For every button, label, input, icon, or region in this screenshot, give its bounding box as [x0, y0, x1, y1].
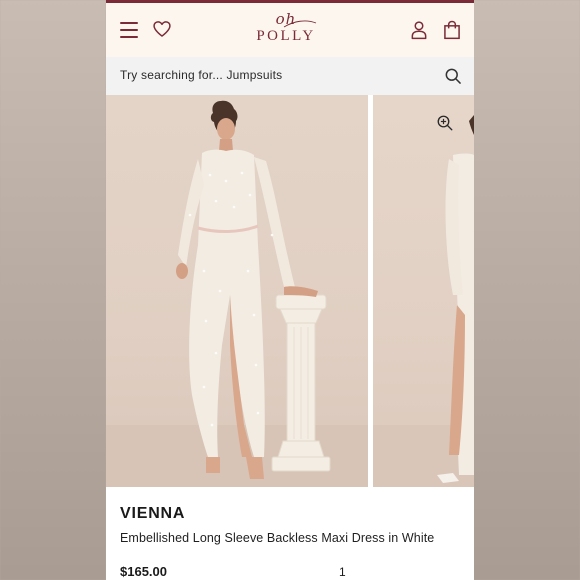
account-icon[interactable] [409, 19, 429, 41]
search-suggestion: Jumpsuits [226, 68, 283, 82]
search-placeholder[interactable]: Try searching for... Jumpsuits [120, 68, 282, 82]
search-prompt: Try searching for... [120, 68, 223, 82]
product-price: $165.00 [120, 564, 167, 579]
model-figure-back [373, 115, 474, 487]
bag-icon[interactable] [442, 19, 462, 41]
product-description: Embellished Long Sleeve Backless Maxi Dr… [120, 531, 435, 545]
background-left [0, 0, 106, 580]
heart-icon[interactable] [152, 19, 172, 39]
model-figure [106, 100, 368, 487]
search-icon[interactable] [443, 66, 463, 86]
product-photo-main[interactable] [106, 95, 368, 487]
product-info: VIENNA Embellished Long Sleeve Backless … [106, 487, 474, 580]
zoom-in-icon[interactable] [436, 114, 454, 132]
quantity-value[interactable]: 1 [339, 565, 346, 579]
background-right [473, 0, 580, 580]
brand-logo[interactable]: oh POLLY [246, 11, 326, 51]
product-name: VIENNA [120, 505, 186, 522]
menu-icon[interactable] [120, 22, 138, 38]
product-photo-next[interactable] [373, 95, 474, 487]
phone-screen: oh POLLY Try searching for... Jumpsuits [106, 0, 474, 580]
search-bar[interactable]: Try searching for... Jumpsuits [106, 57, 474, 95]
logo-swash [283, 20, 317, 28]
site-header: oh POLLY [106, 3, 474, 57]
product-image-gallery[interactable] [106, 95, 474, 487]
